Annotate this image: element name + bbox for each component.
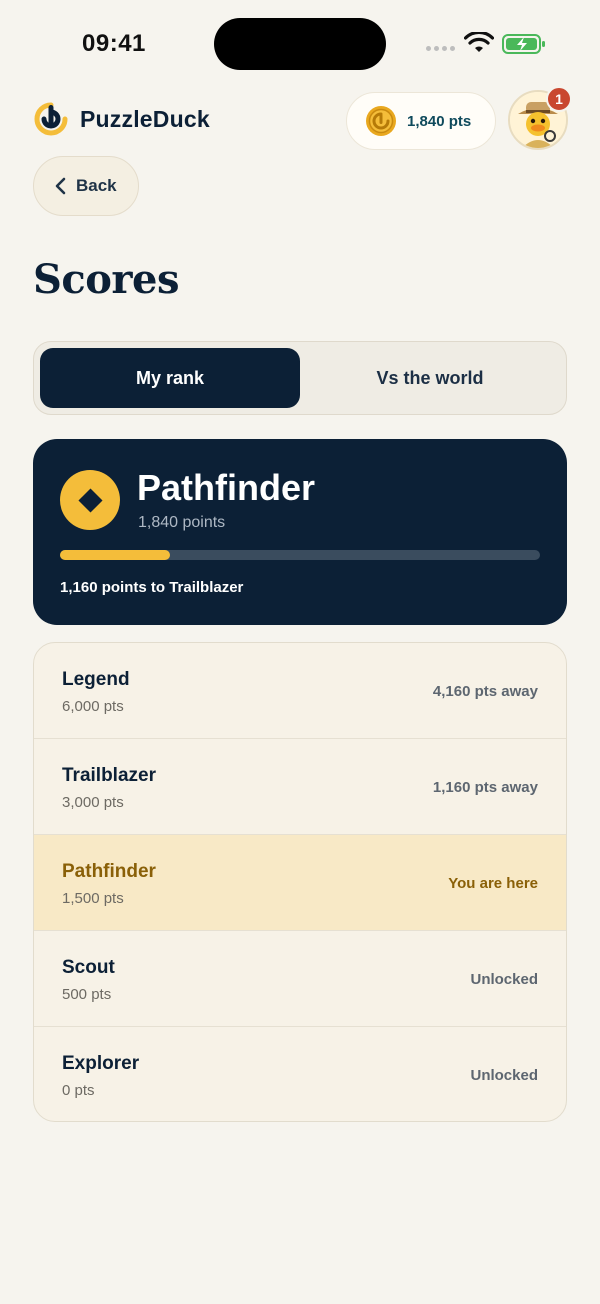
tier-status: Unlocked [470,1067,538,1084]
rank-progress-caption: 1,160 points to Trailblazer [60,579,244,596]
status-time: 09:41 [82,30,146,57]
tier-row-scout[interactable]: Scout 500 pts Unlocked [34,931,566,1027]
coin-icon [366,106,396,136]
tab-my-rank[interactable]: My rank [40,348,300,408]
back-button[interactable]: Back [33,156,139,216]
rank-tiers-list: Legend 6,000 pts 4,160 pts away Trailbla… [33,642,567,1122]
tier-name: Trailblazer [62,765,156,786]
tier-threshold: 1,500 pts [62,890,124,907]
tier-name: Explorer [62,1053,140,1074]
tier-threshold: 0 pts [62,1082,95,1099]
tier-status: 1,160 pts away [432,779,538,796]
tier-status: You are here [448,875,538,892]
tier-row-pathfinder[interactable]: Pathfinder 1,500 pts You are here [34,835,566,931]
tier-status: 4,160 pts away [432,683,538,700]
back-button-label: Back [76,176,117,195]
tier-threshold: 6,000 pts [62,698,124,715]
current-rank-points: 1,840 points [138,514,226,531]
app-name: PuzzleDuck [80,105,210,132]
cellular-signal-icon [426,46,455,51]
tier-threshold: 3,000 pts [62,794,124,811]
app-header: PuzzleDuck 1,840 pts [0,90,600,152]
app-logo[interactable]: PuzzleDuck [34,102,210,136]
tier-status: Unlocked [470,971,538,988]
tab-vs-the-world[interactable]: Vs the world [300,348,560,408]
status-bar: 09:41 [0,0,600,90]
dynamic-island [214,18,386,70]
tier-row-trailblazer[interactable]: Trailblazer 3,000 pts 1,160 pts away [34,739,566,835]
rank-emblem-icon [60,470,120,530]
points-value: 1,840 pts [407,112,472,130]
rank-progress-bar [60,550,540,560]
tier-name: Pathfinder [62,861,156,882]
diamond-icon [77,487,103,513]
notification-badge[interactable]: 1 [546,86,572,112]
chevron-left-icon [55,177,66,195]
current-rank-card: Pathfinder 1,840 points 1,160 points to … [33,439,567,625]
tier-row-explorer[interactable]: Explorer 0 pts Unlocked [34,1027,566,1121]
rank-progress-fill [60,550,171,560]
tier-name: Legend [62,669,130,690]
tier-row-legend[interactable]: Legend 6,000 pts 4,160 pts away [34,643,566,739]
rank-view-tabs: My rank Vs the world [33,341,567,415]
wifi-icon [464,32,494,52]
battery-charging-icon [502,34,545,54]
puzzleduck-logo-icon [34,102,68,136]
points-balance[interactable]: 1,840 pts [346,92,496,150]
page-title: Scores [33,256,179,303]
tier-threshold: 500 pts [62,986,112,1003]
tier-name: Scout [62,957,115,978]
current-rank-name: Pathfinder [137,467,316,508]
